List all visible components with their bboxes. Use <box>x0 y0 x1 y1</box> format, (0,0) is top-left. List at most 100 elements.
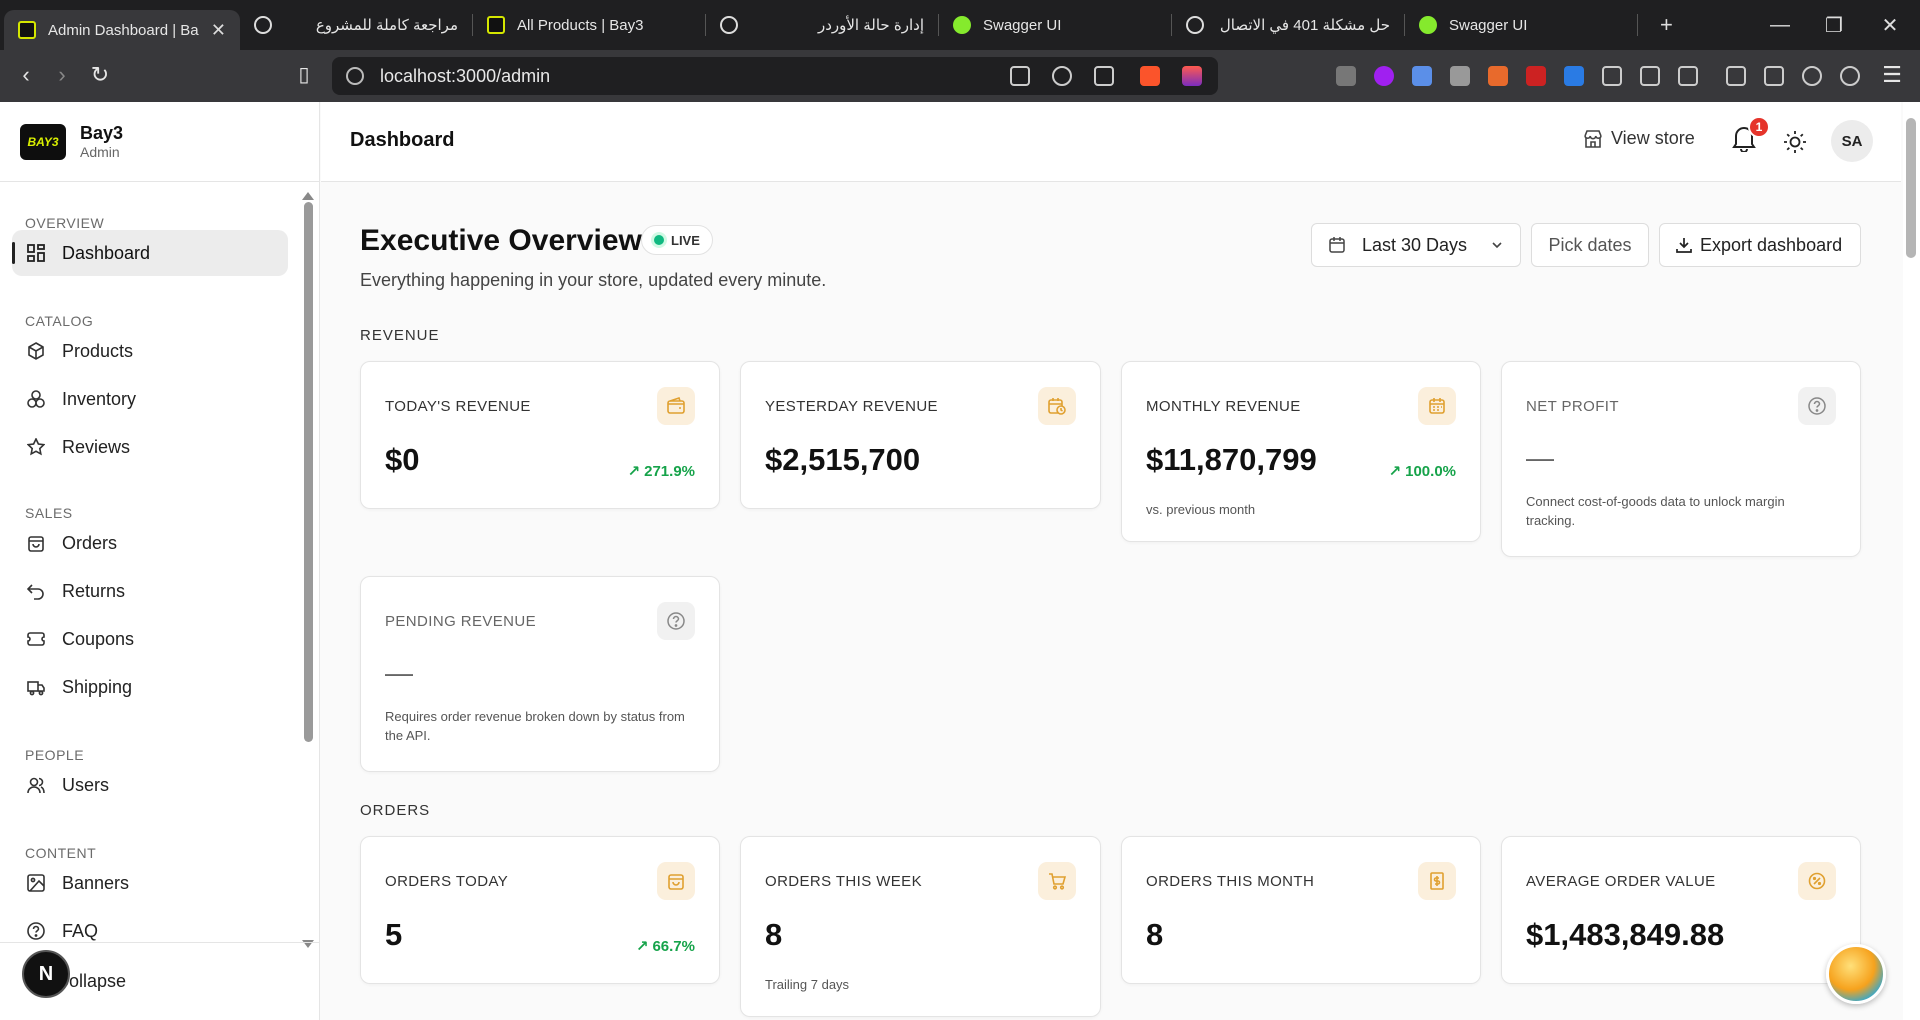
export-dashboard-button[interactable]: Export dashboard <box>1659 223 1861 267</box>
calendar-clock-icon <box>1038 387 1076 425</box>
sidebar-item-returns[interactable]: Returns <box>12 568 288 614</box>
avatar[interactable]: SA <box>1831 120 1873 162</box>
kpi-note: Requires order revenue broken down by st… <box>385 709 685 743</box>
kpi-card-monthly-revenue[interactable]: MONTHLY REVENUE $11,870,799 ↗ 100.0% vs.… <box>1121 361 1481 542</box>
puzzle-icon[interactable] <box>1640 66 1660 86</box>
kpi-value: $2,515,700 <box>765 442 921 477</box>
nextjs-dev-indicator[interactable]: N <box>22 950 70 998</box>
sidebar-toggle-icon[interactable] <box>1726 66 1746 86</box>
close-icon[interactable]: ✕ <box>201 20 226 41</box>
kpi-card-orders-month[interactable]: ORDERS THIS MONTH 8 <box>1121 836 1481 984</box>
sidebar-item-label: Banners <box>62 872 130 893</box>
back-icon[interactable]: ‹ <box>8 62 44 88</box>
kpi-card-orders-today[interactable]: ORDERS TODAY 5 ↗ 66.7% <box>360 836 720 984</box>
browser-tab[interactable]: Swagger UI <box>939 5 1171 45</box>
sidebar-item-label: Users <box>62 774 110 795</box>
shopping-bag-icon <box>26 533 46 553</box>
kpi-card-net-profit[interactable]: NET PROFIT — Connect cost-of-goods data … <box>1501 361 1861 557</box>
kpi-note: Connect cost-of-goods data to unlock mar… <box>1526 494 1785 528</box>
window-close-icon[interactable]: ✕ <box>1862 0 1918 50</box>
floating-assistant-button[interactable] <box>1826 944 1886 1004</box>
kpi-card-yesterday-revenue[interactable]: YESTERDAY REVENUE $2,515,700 <box>740 361 1101 509</box>
sidebar-item-products[interactable]: Products <box>12 328 288 374</box>
truck-icon <box>26 677 46 697</box>
seo-extension-icon[interactable] <box>1526 66 1546 86</box>
extension-icon[interactable] <box>1450 66 1470 86</box>
brave-rewards-icon[interactable] <box>1182 66 1202 86</box>
sidebar-item-users[interactable]: Users <box>12 762 288 808</box>
lock-extension-icon[interactable] <box>1602 66 1622 86</box>
sidebar-item-shipping[interactable]: Shipping <box>12 664 288 710</box>
search-extension-icon[interactable] <box>1678 66 1698 86</box>
key-icon[interactable] <box>1052 66 1072 86</box>
download-extension-icon[interactable] <box>1564 66 1584 86</box>
shopping-bag-icon <box>657 862 695 900</box>
brand-subtitle: Admin <box>80 144 120 160</box>
sidebar-item-inventory[interactable]: Inventory <box>12 376 288 422</box>
kpi-card-pending-revenue[interactable]: PENDING REVENUE — Requires order revenue… <box>360 576 720 772</box>
pick-dates-button[interactable]: Pick dates <box>1531 223 1649 267</box>
minimize-icon[interactable]: — <box>1752 0 1808 50</box>
store-icon <box>1583 129 1603 149</box>
share-icon[interactable] <box>1094 66 1114 86</box>
page-scroll-thumb[interactable] <box>1906 118 1916 258</box>
sidebar-nav: OVERVIEW Dashboard CATALOG Products Inve… <box>0 182 300 942</box>
sidebar-item-reviews[interactable]: Reviews <box>12 424 288 470</box>
reload-icon[interactable]: ↻ <box>82 62 118 88</box>
browser-tab-active[interactable]: Admin Dashboard | Ba ✕ <box>4 10 240 50</box>
wallet-icon[interactable] <box>1764 66 1784 86</box>
calendar-icon <box>1328 236 1346 254</box>
section-orders: ORDERS <box>360 802 431 819</box>
restore-icon[interactable]: ❐ <box>1806 0 1862 50</box>
site-info-icon[interactable] <box>346 67 364 85</box>
extension-icon[interactable] <box>1374 66 1394 86</box>
sidebar-scroll-thumb[interactable] <box>304 202 313 742</box>
kpi-trend: ↗ 66.7% <box>636 937 695 956</box>
kpi-card-orders-week[interactable]: ORDERS THIS WEEK 8 Trailing 7 days <box>740 836 1101 1017</box>
receipt-icon <box>1418 862 1456 900</box>
kpi-value: $11,870,799 <box>1146 442 1317 477</box>
scroll-up-icon[interactable] <box>302 192 314 200</box>
view-store-label: View store <box>1611 128 1695 148</box>
mail-extension-icon[interactable] <box>1336 66 1356 86</box>
extension-icon[interactable] <box>1412 66 1432 86</box>
live-badge: LIVE <box>641 225 713 255</box>
browser-tab[interactable]: إدارة حالة الأوردر <box>706 5 938 45</box>
bookmark-icon[interactable]: ▯ <box>286 62 322 87</box>
browser-tab[interactable]: مراجعة كاملة للمشروع <box>240 5 472 45</box>
forward-icon[interactable]: › <box>44 62 80 88</box>
browser-tab[interactable]: حل مشكلة 401 في الاتصال <box>1172 5 1404 45</box>
sun-icon[interactable] <box>1783 130 1807 154</box>
new-tab-button[interactable]: + <box>1660 12 1673 38</box>
brave-shield-icon[interactable] <box>1140 66 1160 86</box>
brand[interactable]: BAY3 Bay3 Admin <box>0 102 319 182</box>
sidebar-item-orders[interactable]: Orders <box>12 520 288 566</box>
trend-up-icon: ↗ <box>1388 463 1402 480</box>
cast-icon[interactable] <box>1010 66 1030 86</box>
url-bar[interactable]: localhost:3000/admin <box>332 57 1218 95</box>
browser-tab[interactable]: All Products | Bay3 <box>473 5 705 45</box>
kpi-card-average-order-value[interactable]: AVERAGE ORDER VALUE $1,483,849.88 <box>1501 836 1861 984</box>
tab-title: Swagger UI <box>983 16 1062 34</box>
browser-tab[interactable]: Swagger UI <box>1405 5 1637 45</box>
kpi-card-todays-revenue[interactable]: TODAY'S REVENUE $0 ↗ 271.9% <box>360 361 720 509</box>
view-store-button[interactable]: View store <box>1583 128 1695 149</box>
sidebar-item-coupons[interactable]: Coupons <box>12 616 288 662</box>
leo-ai-icon[interactable] <box>1802 66 1822 86</box>
overview-subtitle: Everything happening in your store, upda… <box>360 270 827 290</box>
kpi-value: $0 <box>385 442 420 477</box>
sidebar-item-banners[interactable]: Banners <box>12 860 288 906</box>
menu-icon[interactable]: ☰ <box>1874 62 1910 88</box>
sidebar-item-faq[interactable]: FAQ <box>12 908 288 942</box>
sidebar-item-label: Shipping <box>62 676 133 697</box>
sidebar-item-dashboard[interactable]: Dashboard <box>12 230 288 276</box>
chevron-down-icon <box>1490 238 1504 252</box>
kpi-value: 8 <box>1146 917 1164 952</box>
help-circle-icon <box>26 921 46 941</box>
date-range-value: Last 30 Days <box>1362 234 1468 255</box>
date-range-select[interactable]: Last 30 Days <box>1311 223 1521 267</box>
extension-icon[interactable] <box>1488 66 1508 86</box>
tab-title: All Products | Bay3 <box>517 16 644 34</box>
vpn-icon[interactable] <box>1840 66 1860 86</box>
tab-divider <box>1637 14 1638 36</box>
